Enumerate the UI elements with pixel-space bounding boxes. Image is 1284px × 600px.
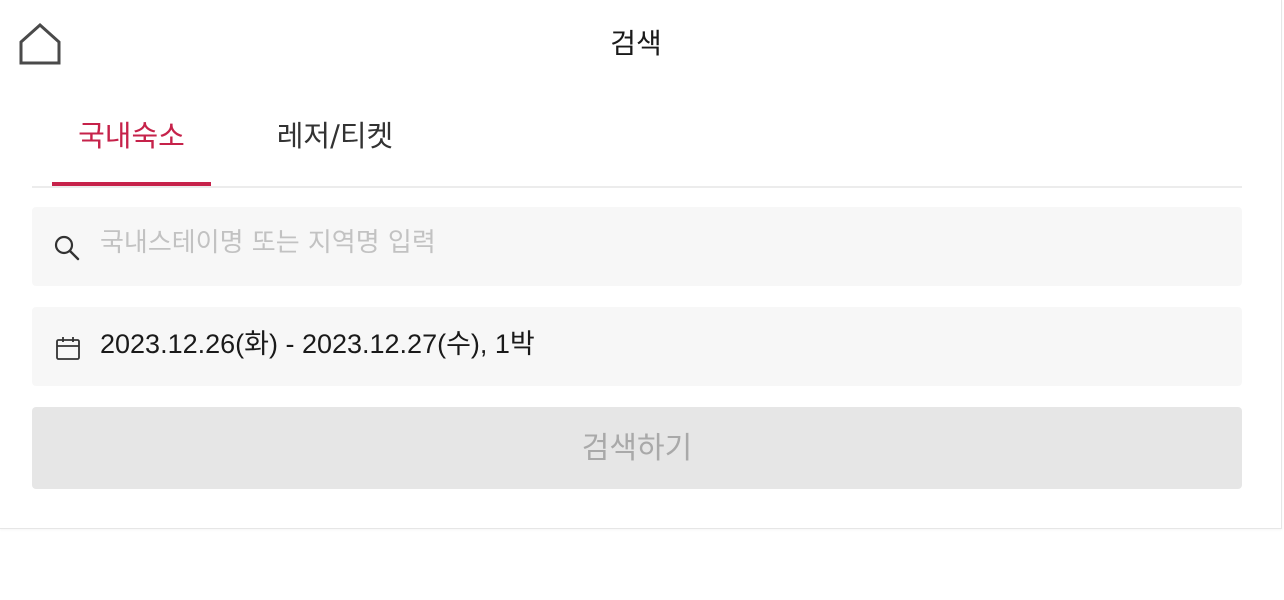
date-range-text: 2023.12.26(화) - 2023.12.27(수), 1박 — [100, 329, 535, 359]
search-input[interactable] — [100, 225, 1200, 261]
tab-leisure-ticket[interactable]: 레저/티켓 — [244, 108, 426, 186]
search-submit-button[interactable]: 검색하기 — [32, 407, 1242, 489]
page-title: 검색 — [610, 27, 662, 60]
tab-domestic-stay[interactable]: 국내숙소 — [52, 108, 211, 186]
date-range-selector[interactable]: 2023.12.26(화) - 2023.12.27(수), 1박 — [32, 307, 1242, 386]
tab-bar: 국내숙소 레저/티켓 — [32, 108, 1242, 188]
search-panel: 검색 국내숙소 레저/티켓 2023.12.26(화) - 2023.12.27… — [0, 0, 1282, 529]
calendar-icon — [56, 337, 80, 360]
search-field[interactable] — [32, 207, 1242, 286]
search-icon — [54, 235, 80, 261]
